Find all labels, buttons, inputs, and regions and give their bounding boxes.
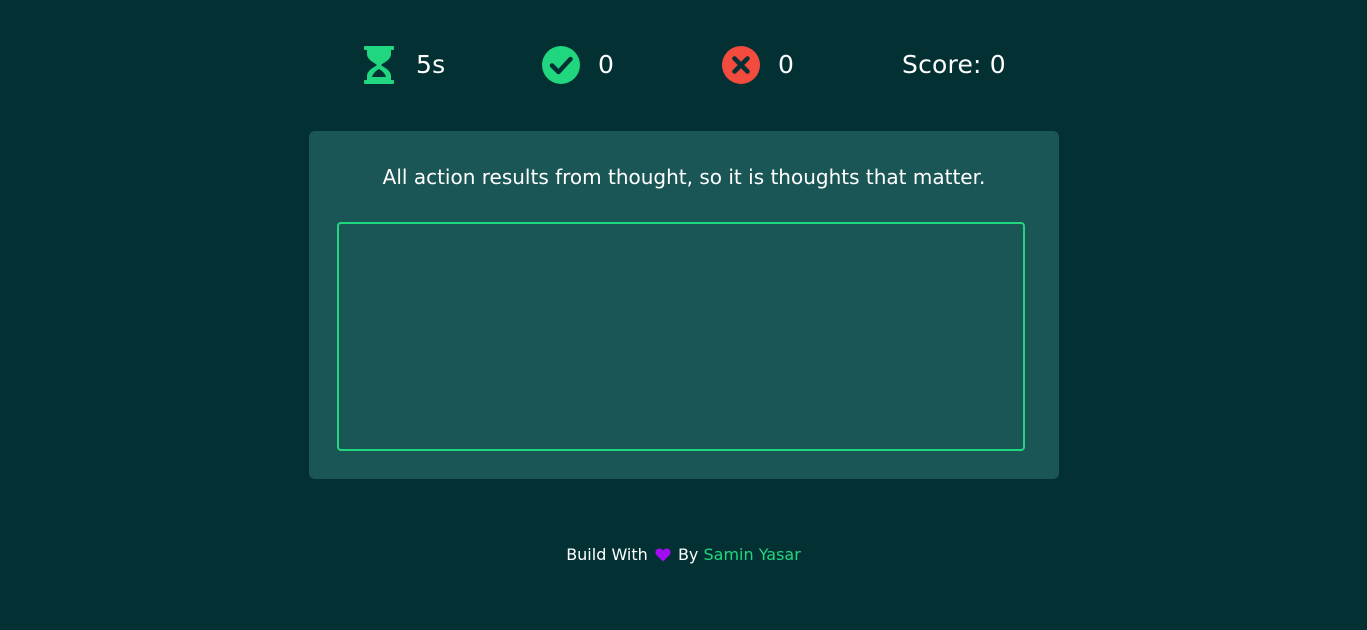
- footer-prefix: Build With: [566, 545, 648, 564]
- hourglass-icon: [360, 46, 398, 84]
- quote-text: All action results from thought, so it i…: [382, 165, 986, 189]
- heart-icon: [655, 546, 671, 568]
- timer-stat: 5s: [360, 43, 445, 87]
- score-stat: Score: 0: [902, 43, 1006, 87]
- correct-stat: 0: [542, 43, 614, 87]
- check-circle-icon: [542, 46, 580, 84]
- footer: Build With By Samin Yasar: [0, 544, 1367, 568]
- stats-bar: 5s 0 0 Score: 0: [0, 43, 1367, 87]
- author-link[interactable]: Samin Yasar: [704, 545, 801, 564]
- score-value: Score: 0: [902, 50, 1006, 79]
- timer-value: 5s: [416, 50, 446, 79]
- footer-by: By: [677, 545, 699, 564]
- correct-count: 0: [598, 50, 615, 79]
- wrong-count: 0: [778, 50, 795, 79]
- wrong-stat: 0: [722, 43, 794, 87]
- x-circle-icon: [722, 46, 760, 84]
- typing-input[interactable]: [337, 222, 1025, 451]
- typing-card: All action results from thought, so it i…: [309, 131, 1059, 479]
